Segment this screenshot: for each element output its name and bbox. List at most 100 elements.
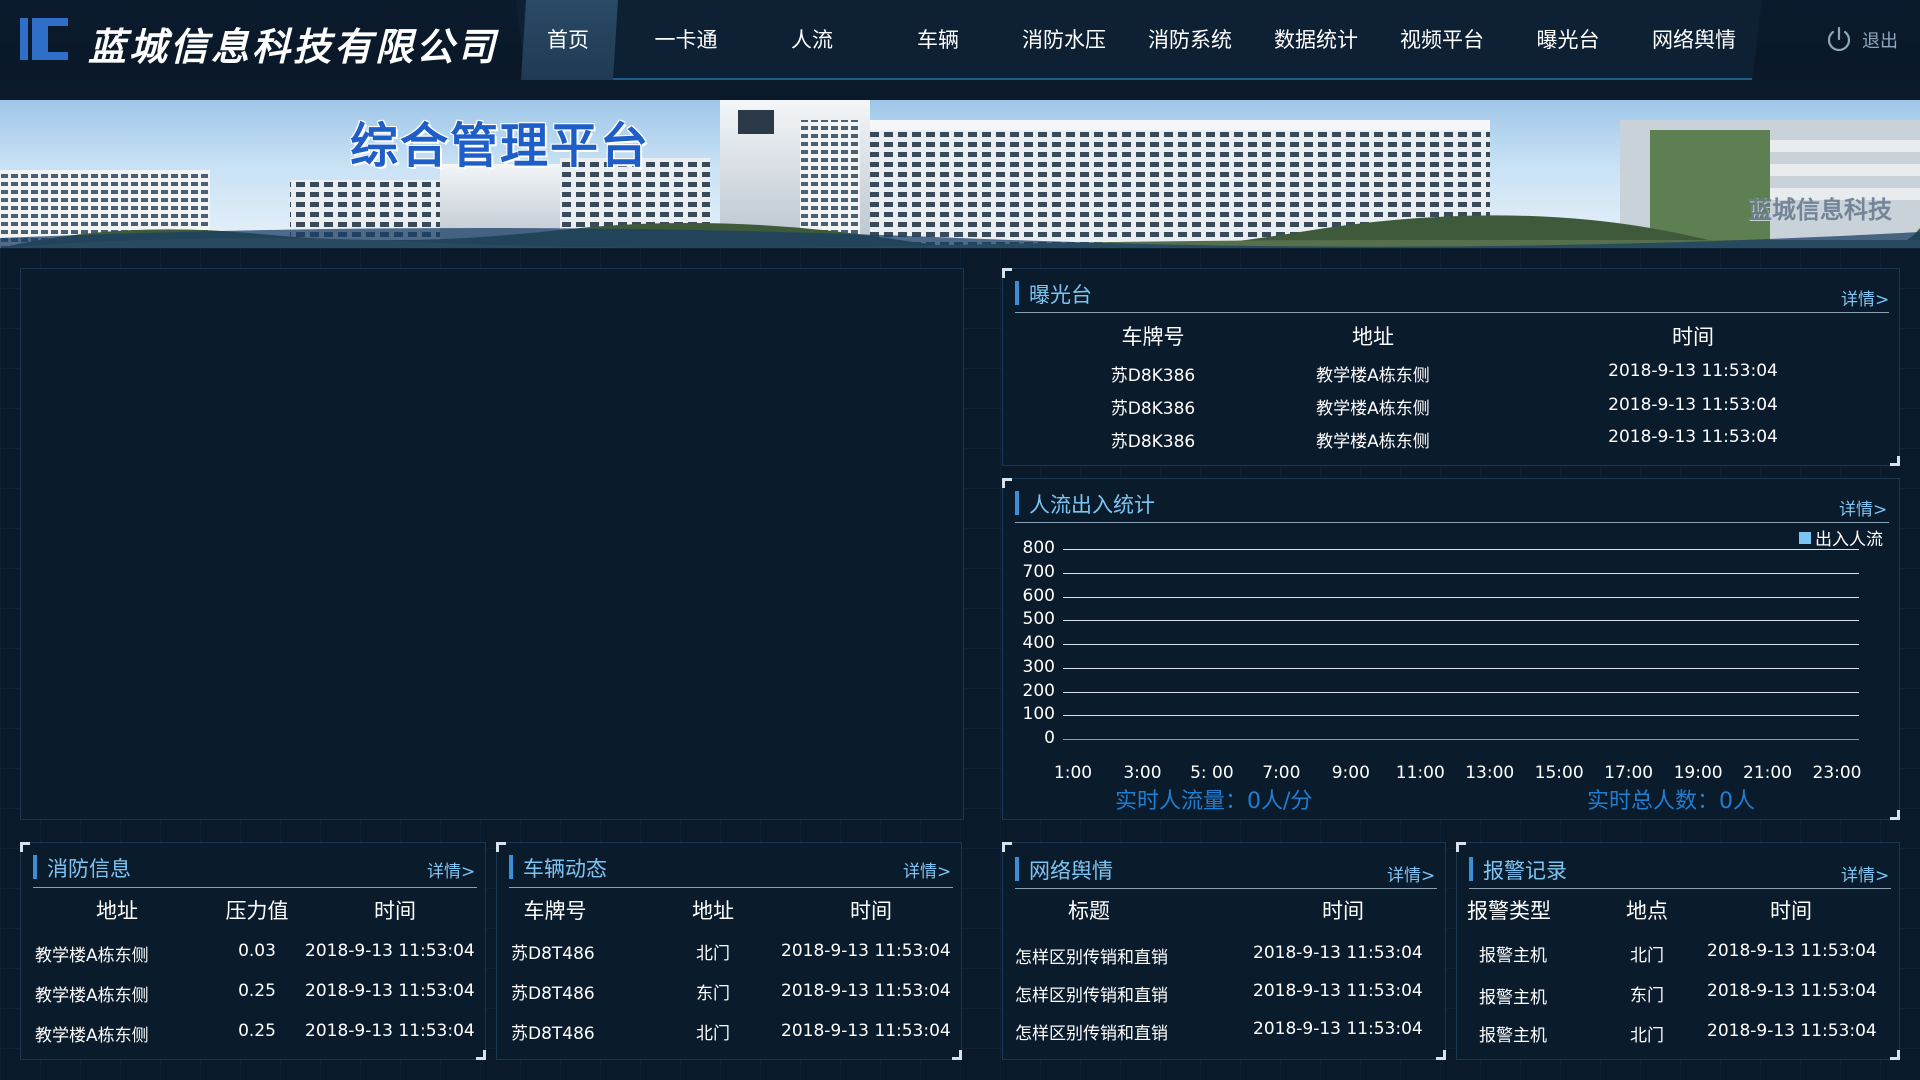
x-tick-label: 11:00 [1395, 763, 1445, 783]
panel-corner [1002, 268, 1012, 278]
x-tick-label: 19:00 [1673, 763, 1723, 783]
table-cell: 东门 [696, 984, 730, 1004]
alarm-more-link[interactable]: 详情> [1841, 861, 1889, 886]
table-cell: 2018-9-13 11:53:04 [1707, 981, 1877, 1001]
table-cell: 苏D8K386 [1110, 399, 1196, 419]
column-header: 车牌号 [523, 899, 587, 923]
nav-item-video[interactable]: 视频平台 [1390, 0, 1494, 80]
table-cell: 教学楼A栋东侧 [1316, 366, 1430, 386]
company-name: 蓝城信息科技有限公司 [88, 24, 499, 69]
table-cell: 北门 [696, 1024, 730, 1044]
nav-item-home[interactable]: 首页 [521, 0, 618, 80]
logout-label: 退出 [1862, 31, 1898, 52]
top-navigation-bar: 蓝城信息科技有限公司 首页 一卡通 人流 车辆 消防水压 消防系统 数据统计 视… [0, 0, 1920, 80]
exposure-panel: 曝光台 详情> 车牌号 地址 时间 苏D8K386 教学楼A栋东侧 2018-9… [1002, 268, 1900, 466]
panel-corner [1890, 456, 1900, 466]
banner-title: 综合管理平台 [350, 118, 651, 174]
y-tick-label: 300 [1022, 656, 1055, 677]
grid-line [1063, 644, 1859, 645]
table-cell: 2018-9-13 11:53:04 [305, 981, 475, 1001]
fire-info-panel: 消防信息 详情> 地址 压力值 时间 教学楼A栋东侧 0.03 2018-9-1… [20, 842, 486, 1060]
nav-item-exposure[interactable]: 曝光台 [1518, 0, 1618, 80]
grid-line [1063, 596, 1859, 598]
table-cell: 2018-9-13 11:53:04 [1608, 427, 1778, 447]
grid-line [1063, 620, 1859, 622]
column-header: 地址 [1352, 325, 1394, 349]
grid-line [1063, 667, 1859, 669]
x-tick-label: 9:00 [1331, 763, 1370, 783]
y-tick-label: 500 [1022, 609, 1055, 630]
table-cell: 2018-9-13 11:53:04 [1608, 395, 1778, 415]
table-cell[interactable]: 怎样区别传销和直销 [1015, 943, 1168, 968]
realtime-total: 实时总人数：0人 [1587, 789, 1755, 814]
x-tick-label: 17:00 [1604, 763, 1654, 783]
nav-item-fire-pressure[interactable]: 消防水压 [1012, 0, 1116, 80]
panel-corner [496, 842, 506, 852]
panel-corner [1890, 810, 1900, 820]
table-cell: 2018-9-13 11:53:04 [1608, 361, 1778, 381]
y-tick-label: 0 [1044, 728, 1055, 748]
fire-info-more-link[interactable]: 详情> [427, 857, 475, 882]
table-cell: 0.03 [238, 941, 276, 961]
y-tick-label: 800 [1022, 538, 1055, 558]
grid-line [1063, 739, 1859, 740]
nav-item-vehicles[interactable]: 车辆 [888, 0, 988, 80]
table-cell: 北门 [1630, 1026, 1664, 1046]
column-header: 报警类型 [1467, 899, 1551, 923]
x-tick-label: 5: 00 [1190, 763, 1234, 783]
panel-corner [1890, 1050, 1900, 1060]
x-tick-label: 3:00 [1123, 763, 1162, 783]
company-logo-icon [20, 18, 68, 60]
table-cell: 2018-9-13 11:53:04 [305, 941, 475, 961]
table-cell: 2018-9-13 11:53:04 [781, 941, 951, 961]
alarm-panel: 报警记录 详情> 报警类型 地点 时间 报警主机 北门 2018-9-13 11… [1456, 842, 1900, 1060]
public-opinion-more-link[interactable]: 详情> [1387, 861, 1435, 886]
column-header: 地址 [692, 899, 734, 923]
table-cell: 2018-9-13 11:53:04 [1707, 1021, 1877, 1041]
people-flow-panel: 人流出入统计 详情> 出入人流 实时人流量：0人/分 实时总人数：0人 0 100… [1002, 478, 1900, 820]
nav-item-fire-system[interactable]: 消防系统 [1138, 0, 1242, 80]
banner: 综合管理平台 蓝城信息科技 [0, 100, 1920, 248]
campus-buildings-image [0, 100, 1920, 248]
table-cell: 0.25 [238, 981, 276, 1001]
y-tick-label: 400 [1022, 633, 1055, 653]
divider [1015, 522, 1889, 523]
nav-item-public-opinion[interactable]: 网络舆情 [1642, 0, 1746, 80]
column-header: 压力值 [225, 899, 289, 923]
x-tick-label: 7:00 [1262, 763, 1301, 783]
table-cell: 报警主机 [1479, 1026, 1547, 1046]
table-cell: 2018-9-13 11:53:04 [1253, 1019, 1423, 1039]
nav-item-people-flow[interactable]: 人流 [762, 0, 862, 80]
nav-item-statistics[interactable]: 数据统计 [1264, 0, 1368, 80]
video-panel [20, 268, 964, 820]
table-cell[interactable]: 怎样区别传销和直销 [1015, 981, 1168, 1006]
table-cell: 2018-9-13 11:53:04 [781, 1021, 951, 1041]
logout-button[interactable]: 退出 [1824, 20, 1898, 60]
table-cell: 北门 [1630, 946, 1664, 966]
grid-line [1063, 691, 1859, 693]
table-cell: 2018-9-13 11:53:04 [781, 981, 951, 1001]
exposure-more-link[interactable]: 详情> [1841, 285, 1889, 310]
people-flow-title: 人流出入统计 [1015, 489, 1155, 519]
panel-corner [1002, 842, 1012, 852]
column-header: 时间 [374, 899, 416, 923]
vehicle-more-link[interactable]: 详情> [903, 857, 951, 882]
legend-label: 出入人流 [1815, 530, 1883, 550]
x-tick-label: 23:00 [1812, 763, 1862, 783]
alarm-title: 报警记录 [1469, 855, 1567, 885]
panel-corner [476, 1050, 486, 1060]
divider [33, 887, 477, 888]
panel-corner [20, 842, 30, 852]
grid-line [1063, 715, 1859, 717]
realtime-flow: 实时人流量：0人/分 [1115, 789, 1313, 814]
table-cell: 苏D8T486 [511, 984, 595, 1004]
nav-item-card[interactable]: 一卡通 [636, 0, 736, 80]
y-tick-label: 200 [1022, 680, 1055, 701]
table-cell[interactable]: 怎样区别传销和直销 [1015, 1019, 1168, 1044]
column-header: 地点 [1626, 899, 1668, 923]
divider [1469, 888, 1891, 889]
table-cell: 0.25 [238, 1021, 276, 1041]
table-cell: 教学楼A栋东侧 [35, 1026, 149, 1046]
table-cell: 2018-9-13 11:53:04 [1253, 981, 1423, 1001]
people-flow-more-link[interactable]: 详情> [1839, 495, 1887, 520]
